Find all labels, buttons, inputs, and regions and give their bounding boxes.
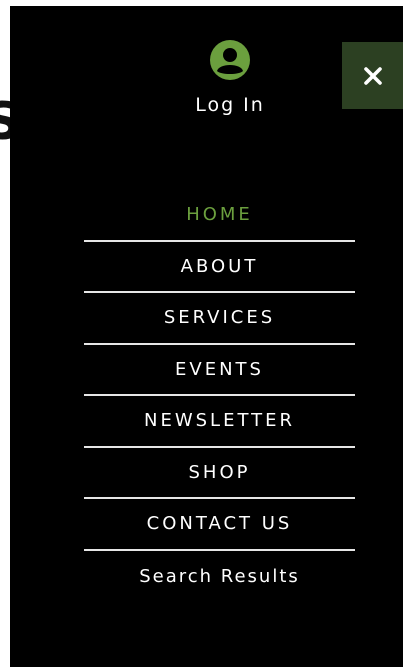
login-label: Log In — [195, 94, 265, 116]
menu-item-services[interactable]: SERVICES — [84, 293, 355, 345]
menu-item-contact-us[interactable]: CONTACT US — [84, 499, 355, 551]
menu-item-label: NEWSLETTER — [143, 410, 296, 432]
menu-item-label: HOME — [186, 204, 253, 226]
menu-item-shop[interactable]: SHOP — [84, 448, 355, 499]
menu-item-about[interactable]: ABOUT — [84, 242, 355, 293]
menu-item-label: CONTACT US — [146, 513, 293, 535]
menu-item-label: ABOUT — [180, 255, 259, 277]
close-icon — [363, 66, 382, 85]
close-menu-button[interactable] — [342, 42, 403, 109]
login-link[interactable]: Log In — [180, 40, 280, 116]
menu-item-label: SERVICES — [163, 307, 276, 329]
main-menu: HOME ABOUT SERVICES EVENTS NEWSLETTER SH… — [84, 190, 355, 602]
page: S Log In HOME ABOUT — [0, 0, 403, 667]
menu-item-home[interactable]: HOME — [84, 190, 355, 242]
menu-item-events[interactable]: EVENTS — [84, 345, 355, 396]
menu-item-label: Search Results — [139, 565, 300, 587]
menu-item-search-results[interactable]: Search Results — [84, 551, 355, 603]
menu-item-label: SHOP — [188, 461, 251, 483]
menu-item-newsletter[interactable]: NEWSLETTER — [84, 396, 355, 448]
navigation-drawer: Log In HOME ABOUT SERVICES EVENTS NEWSLE… — [10, 6, 403, 667]
user-avatar-icon — [210, 40, 250, 80]
menu-item-label: EVENTS — [175, 358, 264, 380]
